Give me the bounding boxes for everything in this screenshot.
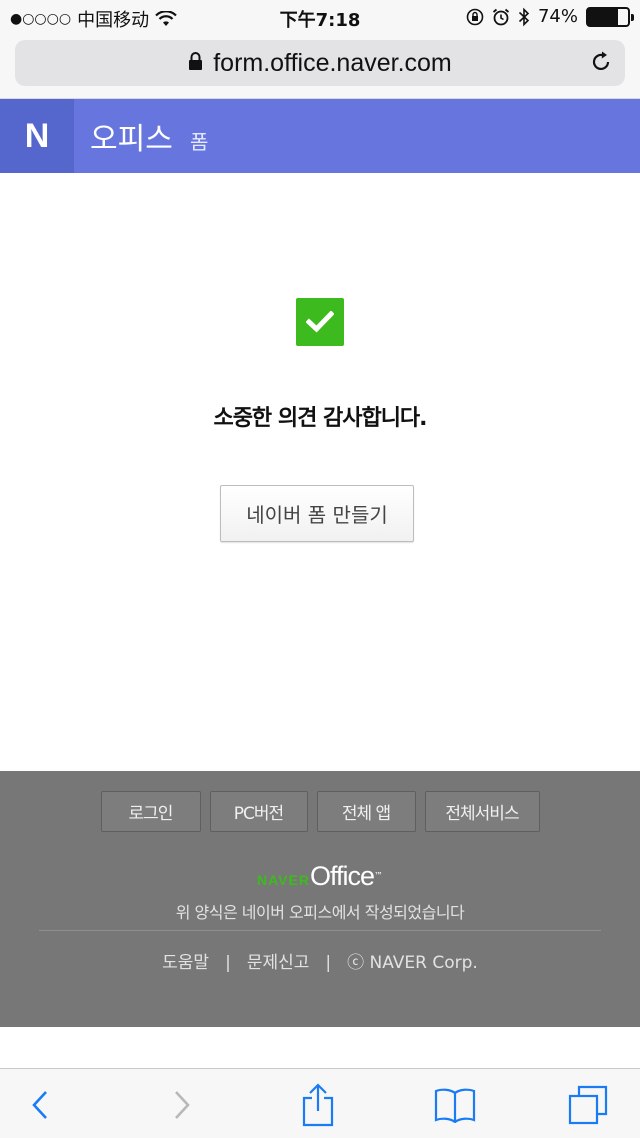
lock-icon bbox=[189, 52, 203, 71]
footer-description: 위 양식은 네이버 오피스에서 작성되었습니다 bbox=[175, 903, 465, 922]
bookmarks-button[interactable] bbox=[433, 1083, 477, 1127]
tabs-icon bbox=[568, 1085, 608, 1125]
status-right: 74% bbox=[466, 6, 634, 27]
footer: 로그인 PC버전 전체 앱 전체서비스 NAVEROffice™ 위 양식은 네… bbox=[0, 771, 640, 1027]
link-separator: | bbox=[225, 953, 231, 973]
footer-divider bbox=[39, 930, 601, 931]
share-icon bbox=[302, 1083, 334, 1127]
help-link[interactable]: 도움말 bbox=[162, 953, 209, 973]
pc-version-button[interactable]: PC버전 bbox=[209, 791, 308, 832]
url-text: form.office.naver.com bbox=[213, 49, 452, 77]
battery-percent: 74% bbox=[537, 6, 578, 27]
brand-naver: NAVER bbox=[257, 872, 310, 888]
battery-icon bbox=[586, 6, 634, 27]
success-check-icon bbox=[296, 298, 344, 346]
report-link[interactable]: 문제신고 bbox=[247, 953, 310, 973]
footer-buttons: 로그인 PC버전 전체 앱 전체서비스 bbox=[0, 791, 640, 832]
all-apps-button[interactable]: 전체 앱 bbox=[316, 791, 416, 832]
chevron-left-icon bbox=[32, 1091, 47, 1119]
status-bar: ●○○○○ 中国移动 下午7:18 74% bbox=[0, 0, 640, 36]
naver-office-logo[interactable]: NAVEROffice™ bbox=[0, 861, 640, 892]
browser-toolbar bbox=[0, 1068, 640, 1138]
tabs-button[interactable] bbox=[566, 1083, 610, 1127]
chevron-right-icon bbox=[175, 1091, 190, 1119]
all-services-button[interactable]: 전체서비스 bbox=[424, 791, 540, 832]
forward-button[interactable] bbox=[160, 1083, 204, 1127]
header-title[interactable]: 오피스 bbox=[90, 114, 173, 158]
header-subtitle: 폼 bbox=[190, 130, 209, 154]
link-separator: | bbox=[325, 953, 332, 973]
url-display[interactable]: form.office.naver.com bbox=[15, 49, 625, 78]
battery-level bbox=[588, 8, 618, 25]
create-naver-form-button[interactable]: 네이버 폼 만들기 bbox=[220, 485, 414, 542]
thank-you-message: 소중한 의견 감사합니다. bbox=[213, 406, 427, 431]
brand-trademark: ™ bbox=[374, 871, 383, 882]
book-icon bbox=[434, 1088, 476, 1123]
address-bar[interactable]: form.office.naver.com bbox=[15, 40, 625, 86]
copyright-text: ⓒ NAVER Corp. bbox=[347, 953, 478, 973]
checkmark-icon bbox=[306, 311, 334, 333]
orientation-lock-icon bbox=[466, 8, 484, 25]
share-button[interactable] bbox=[296, 1083, 340, 1127]
naver-logo[interactable]: N bbox=[0, 99, 74, 173]
login-button[interactable]: 로그인 bbox=[100, 791, 201, 832]
bluetooth-icon bbox=[518, 7, 530, 26]
back-button[interactable] bbox=[18, 1083, 62, 1127]
app-header: N 오피스 폼 bbox=[0, 99, 640, 173]
alarm-icon bbox=[492, 8, 510, 25]
brand-office: Office bbox=[309, 861, 375, 891]
footer-links: 도움말 | 문제신고 | ⓒ NAVER Corp. bbox=[0, 948, 640, 973]
reload-icon[interactable] bbox=[589, 50, 613, 74]
browser-chrome: form.office.naver.com bbox=[0, 36, 640, 99]
